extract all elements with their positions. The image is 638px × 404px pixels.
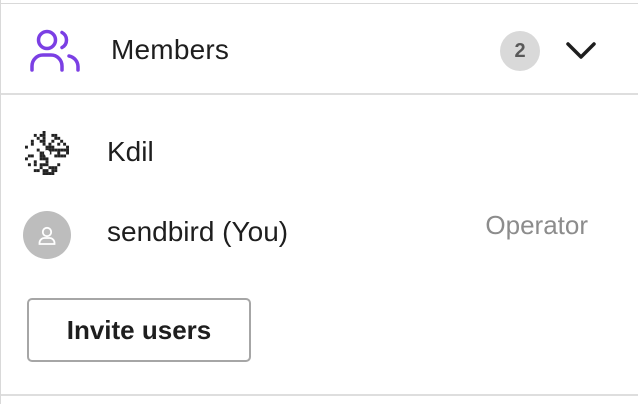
avatar (23, 211, 71, 259)
member-name: Kdil (107, 136, 154, 167)
bottom-divider (1, 394, 638, 396)
member-list-item[interactable]: Kdil (1, 123, 638, 183)
members-section-header[interactable]: Members 2 (1, 4, 638, 95)
member-role: Operator (485, 210, 588, 240)
user-icon (38, 226, 56, 245)
section-title: Members (111, 34, 230, 65)
member-count-badge: 2 (500, 31, 540, 71)
member-list-item[interactable]: sendbird (You) Operator (1, 202, 638, 262)
chevron-down-icon[interactable] (565, 40, 597, 62)
qr-pattern-avatar-icon (25, 131, 69, 175)
invite-users-button[interactable]: Invite users (27, 298, 251, 362)
members-panel: Members 2 Kdil sendbird (You) Operator I… (0, 0, 638, 404)
member-name: sendbird (You) (107, 216, 289, 247)
members-icon (30, 29, 80, 72)
